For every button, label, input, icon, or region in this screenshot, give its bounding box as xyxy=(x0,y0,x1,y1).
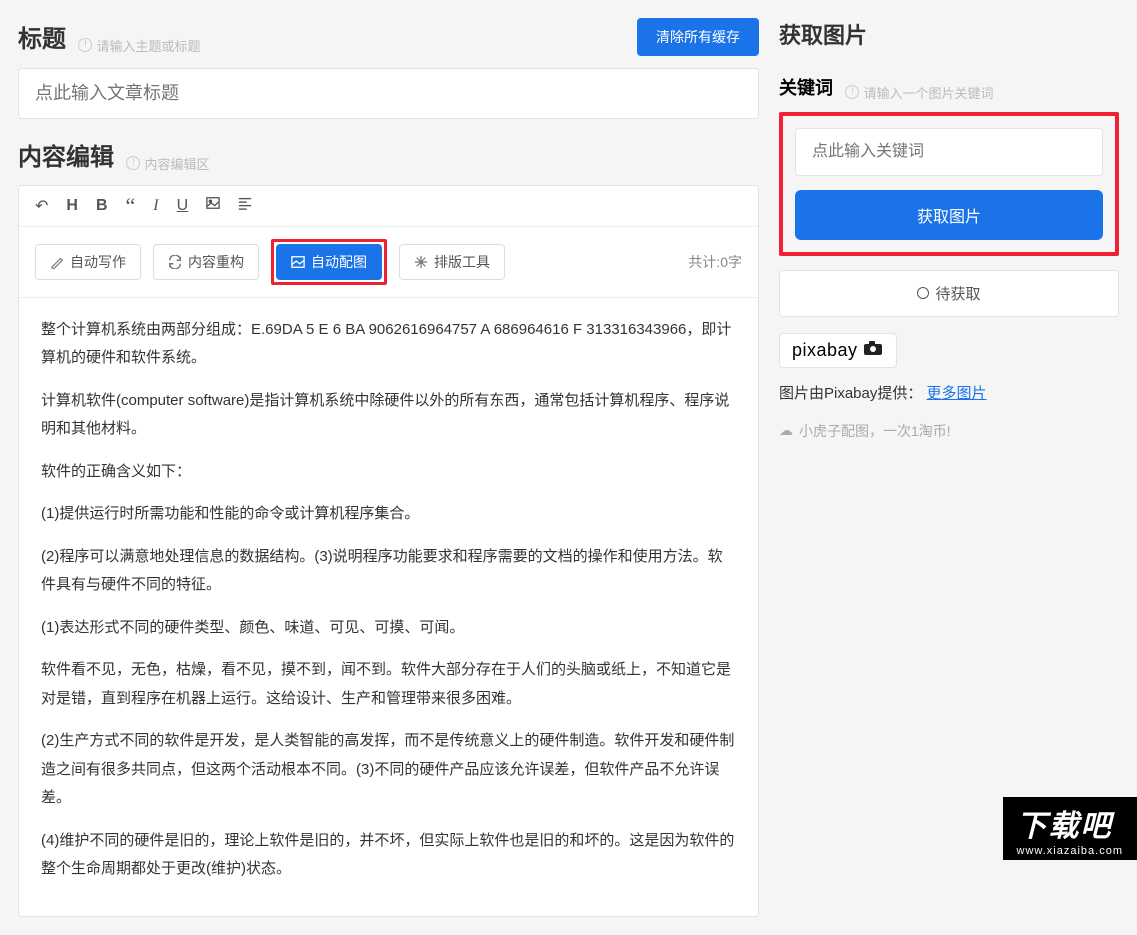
keyword-hint: ! 请输入一个图片关键词 xyxy=(845,83,993,102)
keyword-input[interactable] xyxy=(795,128,1103,176)
auto-write-label: 自动写作 xyxy=(70,252,126,272)
keyword-hint-text: 请输入一个图片关键词 xyxy=(863,83,993,102)
layout-tool-label: 排版工具 xyxy=(434,252,490,272)
title-header: 标题 ! 请输入主题或标题 清除所有缓存 xyxy=(18,18,759,56)
pixabay-badge: pixabay xyxy=(779,333,897,368)
camera-icon xyxy=(864,341,884,360)
info-icon: ! xyxy=(126,156,140,170)
layout-tool-button[interactable]: 排版工具 xyxy=(399,244,505,280)
footer-note-text: 小虎子配图，一次1淘币! xyxy=(799,421,951,441)
paragraph: (4)维护不同的硬件是旧的，理论上软件是旧的，并不坏，但实际上软件也是旧的和坏的… xyxy=(41,827,736,884)
keyword-label: 关键词 xyxy=(779,78,833,98)
title-label: 标题 xyxy=(18,26,66,53)
circle-icon xyxy=(917,287,929,299)
auto-image-highlight: 自动配图 xyxy=(271,239,387,285)
get-image-title: 获取图片 xyxy=(779,18,1119,50)
editor-box: ↶ H B “ I U 自动写作 内 xyxy=(18,185,759,917)
restructure-button[interactable]: 内容重构 xyxy=(153,244,259,280)
editor-content[interactable]: 整个计算机系统由两部分组成：E.69DA 5 E 6 BA 9062616964… xyxy=(19,298,758,916)
editor-label: 内容编辑 xyxy=(18,144,114,171)
underline-icon[interactable]: U xyxy=(177,197,189,215)
footer-note: ☁ 小虎子配图，一次1淘币! xyxy=(779,421,1119,441)
editor-hint-text: 内容编辑区 xyxy=(144,154,209,173)
restructure-label: 内容重构 xyxy=(188,252,244,272)
watermark: 下载吧 www.xiazaiba.com xyxy=(1003,797,1137,860)
heading-icon[interactable]: H xyxy=(66,197,78,215)
paragraph: 整个计算机系统由两部分组成：E.69DA 5 E 6 BA 9062616964… xyxy=(41,316,736,373)
paragraph: (1)表达形式不同的硬件类型、颜色、味道、可见、可摸、可闻。 xyxy=(41,614,736,643)
bold-icon[interactable]: B xyxy=(96,197,108,215)
title-hint: ! 请输入主题或标题 xyxy=(78,36,200,55)
paragraph: 软件的正确含义如下： xyxy=(41,458,736,487)
article-title-input[interactable] xyxy=(18,68,759,119)
paragraph: (1)提供运行时所需功能和性能的命令或计算机程序集合。 xyxy=(41,500,736,529)
auto-image-label: 自动配图 xyxy=(311,252,367,272)
pixabay-text: pixabay xyxy=(792,340,858,361)
italic-icon[interactable]: I xyxy=(153,197,158,215)
source-prefix: 图片由Pixabay提供： xyxy=(779,385,922,402)
more-images-link[interactable]: 更多图片 xyxy=(927,385,987,402)
align-icon[interactable] xyxy=(238,196,252,215)
pending-button[interactable]: 待获取 xyxy=(779,270,1119,317)
undo-icon[interactable]: ↶ xyxy=(35,196,48,216)
editor-hint: ! 内容编辑区 xyxy=(126,154,209,173)
paragraph: 软件看不见，无色，枯燥，看不见，摸不到，闻不到。软件大部分存在于人们的头脑或纸上… xyxy=(41,656,736,713)
auto-image-button[interactable]: 自动配图 xyxy=(276,244,382,280)
paragraph: 计算机软件(computer software)是指计算机系统中除硬件以外的所有… xyxy=(41,387,736,444)
quote-icon[interactable]: “ xyxy=(126,201,136,211)
info-icon: ! xyxy=(78,38,92,52)
paragraph: (2)程序可以满意地处理信息的数据结构。(3)说明程序功能要求和程序需要的文档的… xyxy=(41,543,736,600)
pending-label: 待获取 xyxy=(935,283,980,304)
cloud-icon: ☁ xyxy=(779,422,793,439)
word-count: 共计:0字 xyxy=(688,252,742,272)
auto-write-button[interactable]: 自动写作 xyxy=(35,244,141,280)
get-image-button[interactable]: 获取图片 xyxy=(795,190,1103,240)
watermark-main: 下载吧 xyxy=(1017,810,1113,843)
image-source-line: 图片由Pixabay提供： 更多图片 xyxy=(779,382,1119,403)
title-hint-text: 请输入主题或标题 xyxy=(96,36,200,55)
watermark-sub: www.xiazaiba.com xyxy=(1017,845,1123,860)
info-icon: ! xyxy=(845,85,859,99)
image-icon[interactable] xyxy=(206,196,220,215)
paragraph: (2)生产方式不同的软件是开发，是人类智能的高发挥，而不是传统意义上的硬件制造。… xyxy=(41,727,736,813)
keyword-highlight-box: 获取图片 xyxy=(779,112,1119,256)
format-toolbar: ↶ H B “ I U xyxy=(19,186,758,227)
clear-cache-button[interactable]: 清除所有缓存 xyxy=(637,18,759,56)
action-row: 自动写作 内容重构 自动配图 排版工具 共计:0字 xyxy=(19,227,758,298)
